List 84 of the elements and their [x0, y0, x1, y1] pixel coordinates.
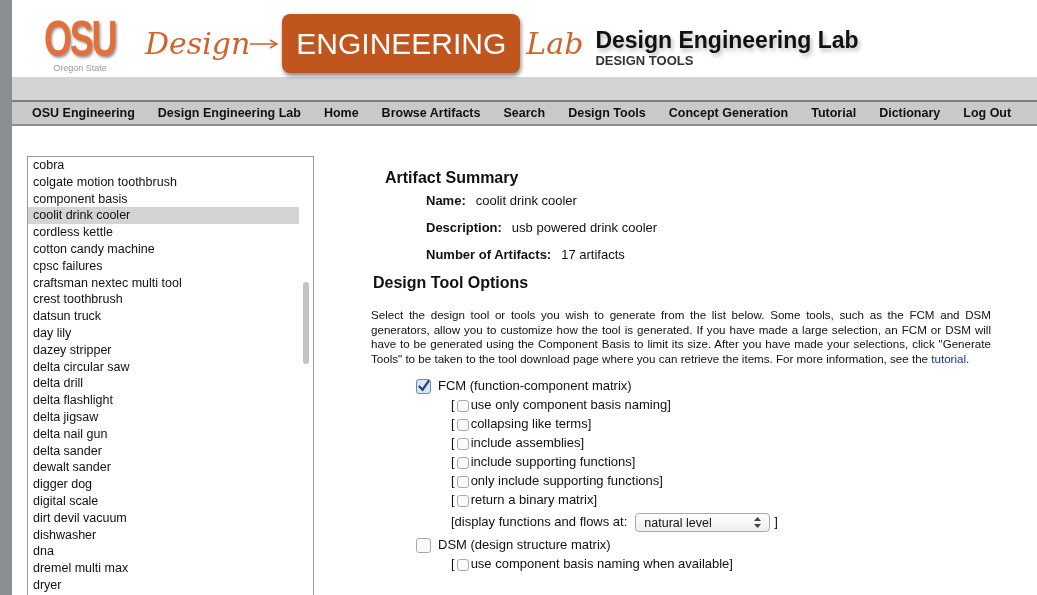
- option-label: collapsing like terms]: [470, 416, 592, 434]
- list-item[interactable]: delta nail gun: [28, 425, 299, 443]
- scrollbar-thumb[interactable]: [303, 282, 309, 364]
- nav-link[interactable]: Design Engineering Lab: [157, 104, 301, 122]
- list-item[interactable]: delta flashlight: [28, 392, 299, 409]
- bracket: [: [451, 473, 455, 491]
- list-item[interactable]: crest toothbrush: [28, 291, 299, 309]
- nav-link[interactable]: Home: [323, 104, 359, 122]
- list-item[interactable]: dewalt sander: [28, 459, 299, 477]
- list-item[interactable]: digital scale: [28, 492, 299, 510]
- field-label: Name:: [426, 192, 466, 210]
- bracket: [: [451, 556, 455, 574]
- checkbox[interactable]: [416, 378, 431, 394]
- list-item[interactable]: dremel multi max: [28, 560, 299, 577]
- field-value: 17 artifacts: [561, 246, 625, 264]
- list-item[interactable]: delta jigsaw: [28, 408, 299, 426]
- nav-link[interactable]: Browse Artifacts: [381, 104, 481, 122]
- level-select[interactable]: natural level: [635, 513, 771, 533]
- checkbox[interactable]: [456, 456, 469, 469]
- option-label: only include supporting functions]: [470, 473, 663, 491]
- osu-logo-letters: OSU: [44, 14, 116, 64]
- list-item[interactable]: dishwasher: [28, 526, 299, 544]
- section-heading: Artifact Summary: [385, 168, 520, 188]
- checkbox[interactable]: [456, 494, 469, 507]
- list-item[interactable]: delta drill: [28, 375, 299, 393]
- logo-subtitle: Oregon State: [53, 64, 107, 73]
- checkbox[interactable]: [456, 558, 469, 571]
- option-label: DSM (design structure matrix): [438, 536, 611, 554]
- logo-script-text: Lab: [526, 25, 584, 63]
- list-item[interactable]: delta circular saw: [28, 358, 299, 376]
- nav-link[interactable]: OSU Engineering: [32, 104, 135, 122]
- nav-link[interactable]: Log Out: [963, 104, 1012, 122]
- option-label: [display functions and flows at:: [451, 514, 628, 532]
- logo-script-text: Design: [145, 25, 251, 63]
- list-item[interactable]: component basis: [28, 190, 299, 208]
- field-label: Number of Artifacts:: [426, 246, 552, 264]
- bracket: [: [451, 492, 455, 510]
- arrow-icon: [250, 37, 281, 50]
- option-label: return a binary matrix]: [470, 492, 598, 510]
- list-item[interactable]: cordless kettle: [28, 224, 299, 241]
- artifact-listbox[interactable]: [27, 156, 314, 595]
- site-subtitle: DESIGN TOOLS: [595, 53, 695, 71]
- list-item[interactable]: craftsman nextec multi tool: [28, 274, 299, 292]
- site-title: Design Engineering Lab: [595, 28, 859, 54]
- bracket: [: [451, 397, 455, 415]
- list-item[interactable]: dna: [28, 543, 299, 561]
- field-value: usb powered drink cooler: [511, 219, 658, 237]
- list-item[interactable]: day lily: [28, 324, 299, 342]
- bracket: ]: [774, 514, 778, 532]
- list-item[interactable]: delta sander: [28, 442, 299, 460]
- logo-box: ENGINEERING: [282, 14, 521, 73]
- option-label: include assemblies]: [470, 435, 585, 453]
- list-item[interactable]: dryer: [28, 576, 299, 594]
- list-item[interactable]: colgate motion toothbrush: [28, 173, 299, 191]
- nav-link[interactable]: Design Tools: [568, 104, 646, 122]
- list-item[interactable]: dazey stripper: [28, 341, 299, 359]
- list-item[interactable]: dirt devil vacuum: [28, 509, 299, 527]
- nav-link[interactable]: Search: [503, 104, 546, 122]
- bracket: [: [451, 416, 455, 434]
- list-item[interactable]: digger dog: [28, 476, 299, 493]
- nav-link[interactable]: Tutorial: [811, 104, 857, 122]
- checkbox[interactable]: [416, 537, 431, 553]
- list-item[interactable]: datsun truck: [28, 308, 299, 325]
- option-label: FCM (function-component matrix): [438, 377, 632, 395]
- intro-paragraph: Select the design tool or tools you wish to generate from the list below. Some tools, such as the FCM and DSM generators, allow you to customize how the tool is generated. If you have made a large selection, an FCM or DSM will have to be generated using the Component Basis to limit its size. After you have made your selections, click "Generate Tools" to be taken to the tool download page where you can retrieve the items. For more information, see the tutorial.: [371, 308, 991, 367]
- checkbox[interactable]: [456, 437, 469, 450]
- section-heading: Design Tool Options: [373, 273, 530, 294]
- list-item[interactable]: coolit drink cooler: [28, 207, 299, 225]
- stepper-icon: [754, 517, 762, 529]
- nav-link[interactable]: Concept Generation: [668, 104, 789, 122]
- field-label: Description:: [426, 219, 502, 237]
- checkbox[interactable]: [456, 475, 469, 488]
- list-item[interactable]: cobra: [28, 157, 299, 174]
- option-label: include supporting functions]: [470, 454, 636, 472]
- field-value: coolit drink cooler: [475, 192, 577, 210]
- bracket: [: [451, 435, 455, 453]
- list-item[interactable]: cotton candy machine: [28, 241, 299, 258]
- option-label: use only component basis naming]: [470, 397, 671, 415]
- checkbox[interactable]: [456, 399, 469, 412]
- nav-link[interactable]: Dictionary: [879, 104, 941, 122]
- list-item[interactable]: cpsc failures: [28, 257, 299, 275]
- bracket: [: [451, 454, 455, 472]
- option-label: use component basis naming when available]: [470, 556, 733, 574]
- checkbox[interactable]: [456, 418, 469, 431]
